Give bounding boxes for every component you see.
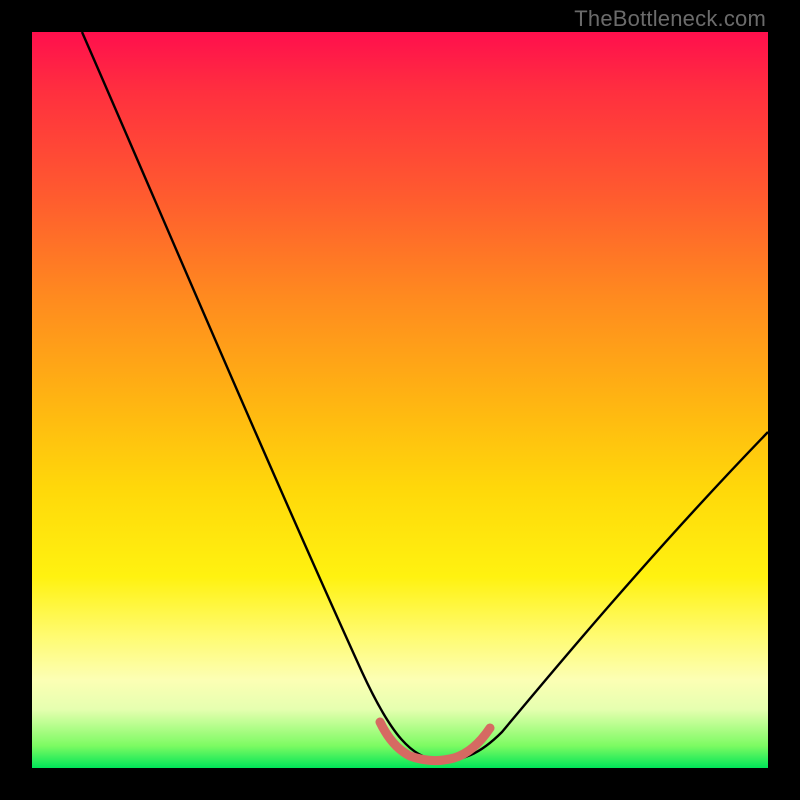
chart-frame: TheBottleneck.com (0, 0, 800, 800)
plot-area (32, 32, 768, 768)
bottleneck-curve (82, 32, 768, 760)
curve-layer (32, 32, 768, 768)
watermark-text: TheBottleneck.com (574, 6, 766, 32)
optimal-range-highlight (380, 722, 490, 761)
